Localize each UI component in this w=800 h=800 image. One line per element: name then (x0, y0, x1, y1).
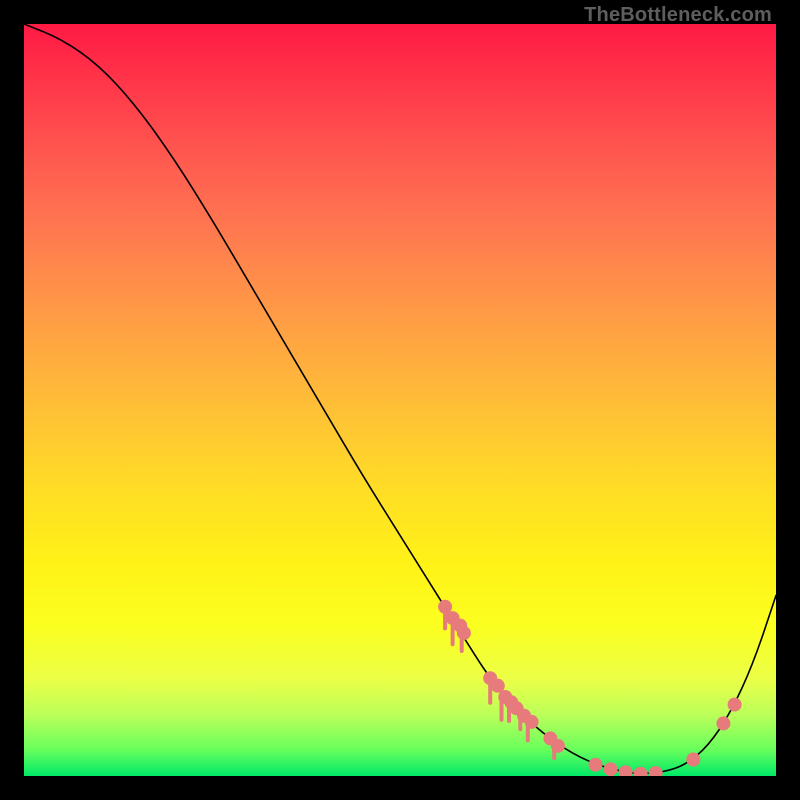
bottleneck-curve (24, 24, 776, 776)
data-points (438, 600, 741, 776)
data-point (525, 715, 539, 729)
data-point (604, 762, 618, 776)
data-point (634, 767, 648, 776)
data-point (728, 698, 742, 712)
data-point (649, 766, 663, 776)
data-point (457, 626, 471, 640)
data-point (716, 716, 730, 730)
curve-line (24, 24, 776, 773)
chart-frame: TheBottleneck.com (0, 0, 800, 800)
plot-area (24, 24, 776, 776)
data-point (589, 758, 603, 772)
data-point (551, 739, 565, 753)
data-point (619, 765, 633, 776)
data-point (686, 753, 700, 767)
